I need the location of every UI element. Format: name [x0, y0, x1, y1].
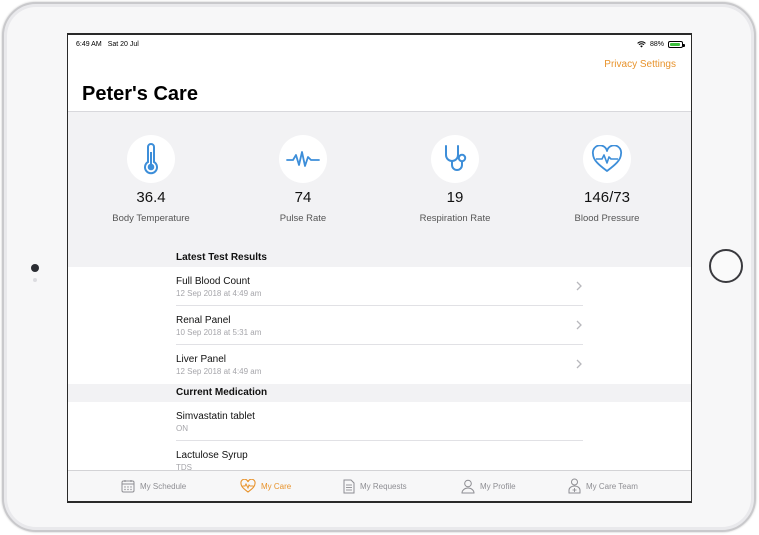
- home-button[interactable]: [709, 249, 743, 283]
- status-bar: 6:49 AM Sat 20 Jul 88%: [68, 35, 691, 53]
- page-title: Peter's Care: [82, 83, 198, 105]
- privacy-settings-link[interactable]: Privacy Settings: [604, 59, 676, 70]
- test-result-date: 10 Sep 2018 at 5:31 am: [176, 328, 262, 337]
- ambient-sensor: [33, 278, 37, 282]
- app-screen: 6:49 AM Sat 20 Jul 88% Privacy Settings …: [67, 33, 692, 503]
- tab-my-schedule[interactable]: My Schedule: [121, 471, 186, 501]
- vital-icon-circle: [431, 135, 479, 183]
- wifi-icon: [637, 40, 646, 47]
- tab-bar: My Schedule My Care My Requests My Profi…: [68, 470, 691, 501]
- tab-label: My Profile: [480, 481, 516, 491]
- person-icon: [461, 479, 475, 493]
- thermometer-icon: [144, 143, 158, 175]
- vital-icon-circle: [127, 135, 175, 183]
- vital-value: 36.4: [136, 189, 166, 206]
- test-result-title: Full Blood Count: [176, 276, 250, 287]
- chevron-right-icon: [576, 320, 582, 330]
- heart-icon: [240, 479, 256, 493]
- document-icon: [343, 479, 355, 493]
- front-camera: [31, 264, 39, 272]
- tab-my-profile[interactable]: My Profile: [461, 471, 516, 501]
- vital-value: 74: [294, 189, 312, 206]
- medication-detail: ON: [176, 424, 188, 433]
- pulse-icon: [286, 151, 320, 167]
- medication-title: Simvastatin tablet: [176, 411, 255, 422]
- vital-label: Blood Pressure: [574, 213, 640, 224]
- vital-icon-circle: [279, 135, 327, 183]
- battery-fill: [670, 42, 680, 46]
- test-result-date: 12 Sep 2018 at 4:49 am: [176, 289, 262, 298]
- care-team-icon: [568, 478, 581, 494]
- section-header-medication: Current Medication: [68, 384, 691, 402]
- vital-icon-circle: [583, 135, 631, 183]
- vital-label: Body Temperature: [112, 213, 190, 224]
- vital-label: Pulse Rate: [279, 213, 327, 224]
- battery-percent: 88%: [649, 40, 664, 48]
- calendar-icon: [121, 480, 135, 493]
- tab-label: My Care: [261, 481, 292, 491]
- vital-label: Respiration Rate: [419, 213, 491, 224]
- section-header-test-results: Latest Test Results: [68, 249, 691, 267]
- test-result-title: Renal Panel: [176, 315, 231, 326]
- test-result-row[interactable]: Liver Panel 12 Sep 2018 at 4:49 am: [68, 345, 691, 384]
- test-result-row[interactable]: Full Blood Count 12 Sep 2018 at 4:49 am: [68, 267, 691, 306]
- vital-value: 146/73: [584, 189, 630, 206]
- tab-my-care[interactable]: My Care: [240, 471, 291, 501]
- battery-icon: [668, 40, 685, 48]
- vitals-panel: 36.4 Body Temperature 74 Pulse Rate 19 R: [68, 112, 691, 249]
- test-result-title: Liver Panel: [176, 354, 227, 365]
- tab-label: My Care Team: [586, 481, 638, 491]
- medication-row[interactable]: Simvastatin tablet ON: [68, 402, 691, 441]
- tab-label: My Schedule: [140, 481, 187, 491]
- chevron-right-icon: [576, 281, 582, 291]
- tab-my-requests[interactable]: My Requests: [343, 471, 407, 501]
- test-result-row[interactable]: Renal Panel 10 Sep 2018 at 5:31 am: [68, 306, 691, 345]
- status-date: Sat 20 Jul: [107, 40, 139, 48]
- stethoscope-icon: [445, 145, 467, 171]
- tab-label: My Requests: [360, 481, 407, 491]
- medication-title: Lactulose Syrup: [176, 450, 248, 461]
- chevron-right-icon: [576, 359, 582, 369]
- status-time: 6:49 AM: [76, 40, 102, 48]
- tab-my-care-team[interactable]: My Care Team: [568, 471, 638, 501]
- test-result-date: 12 Sep 2018 at 4:49 am: [176, 367, 262, 376]
- heart-pulse-icon: [591, 145, 623, 172]
- vital-value: 19: [446, 189, 464, 206]
